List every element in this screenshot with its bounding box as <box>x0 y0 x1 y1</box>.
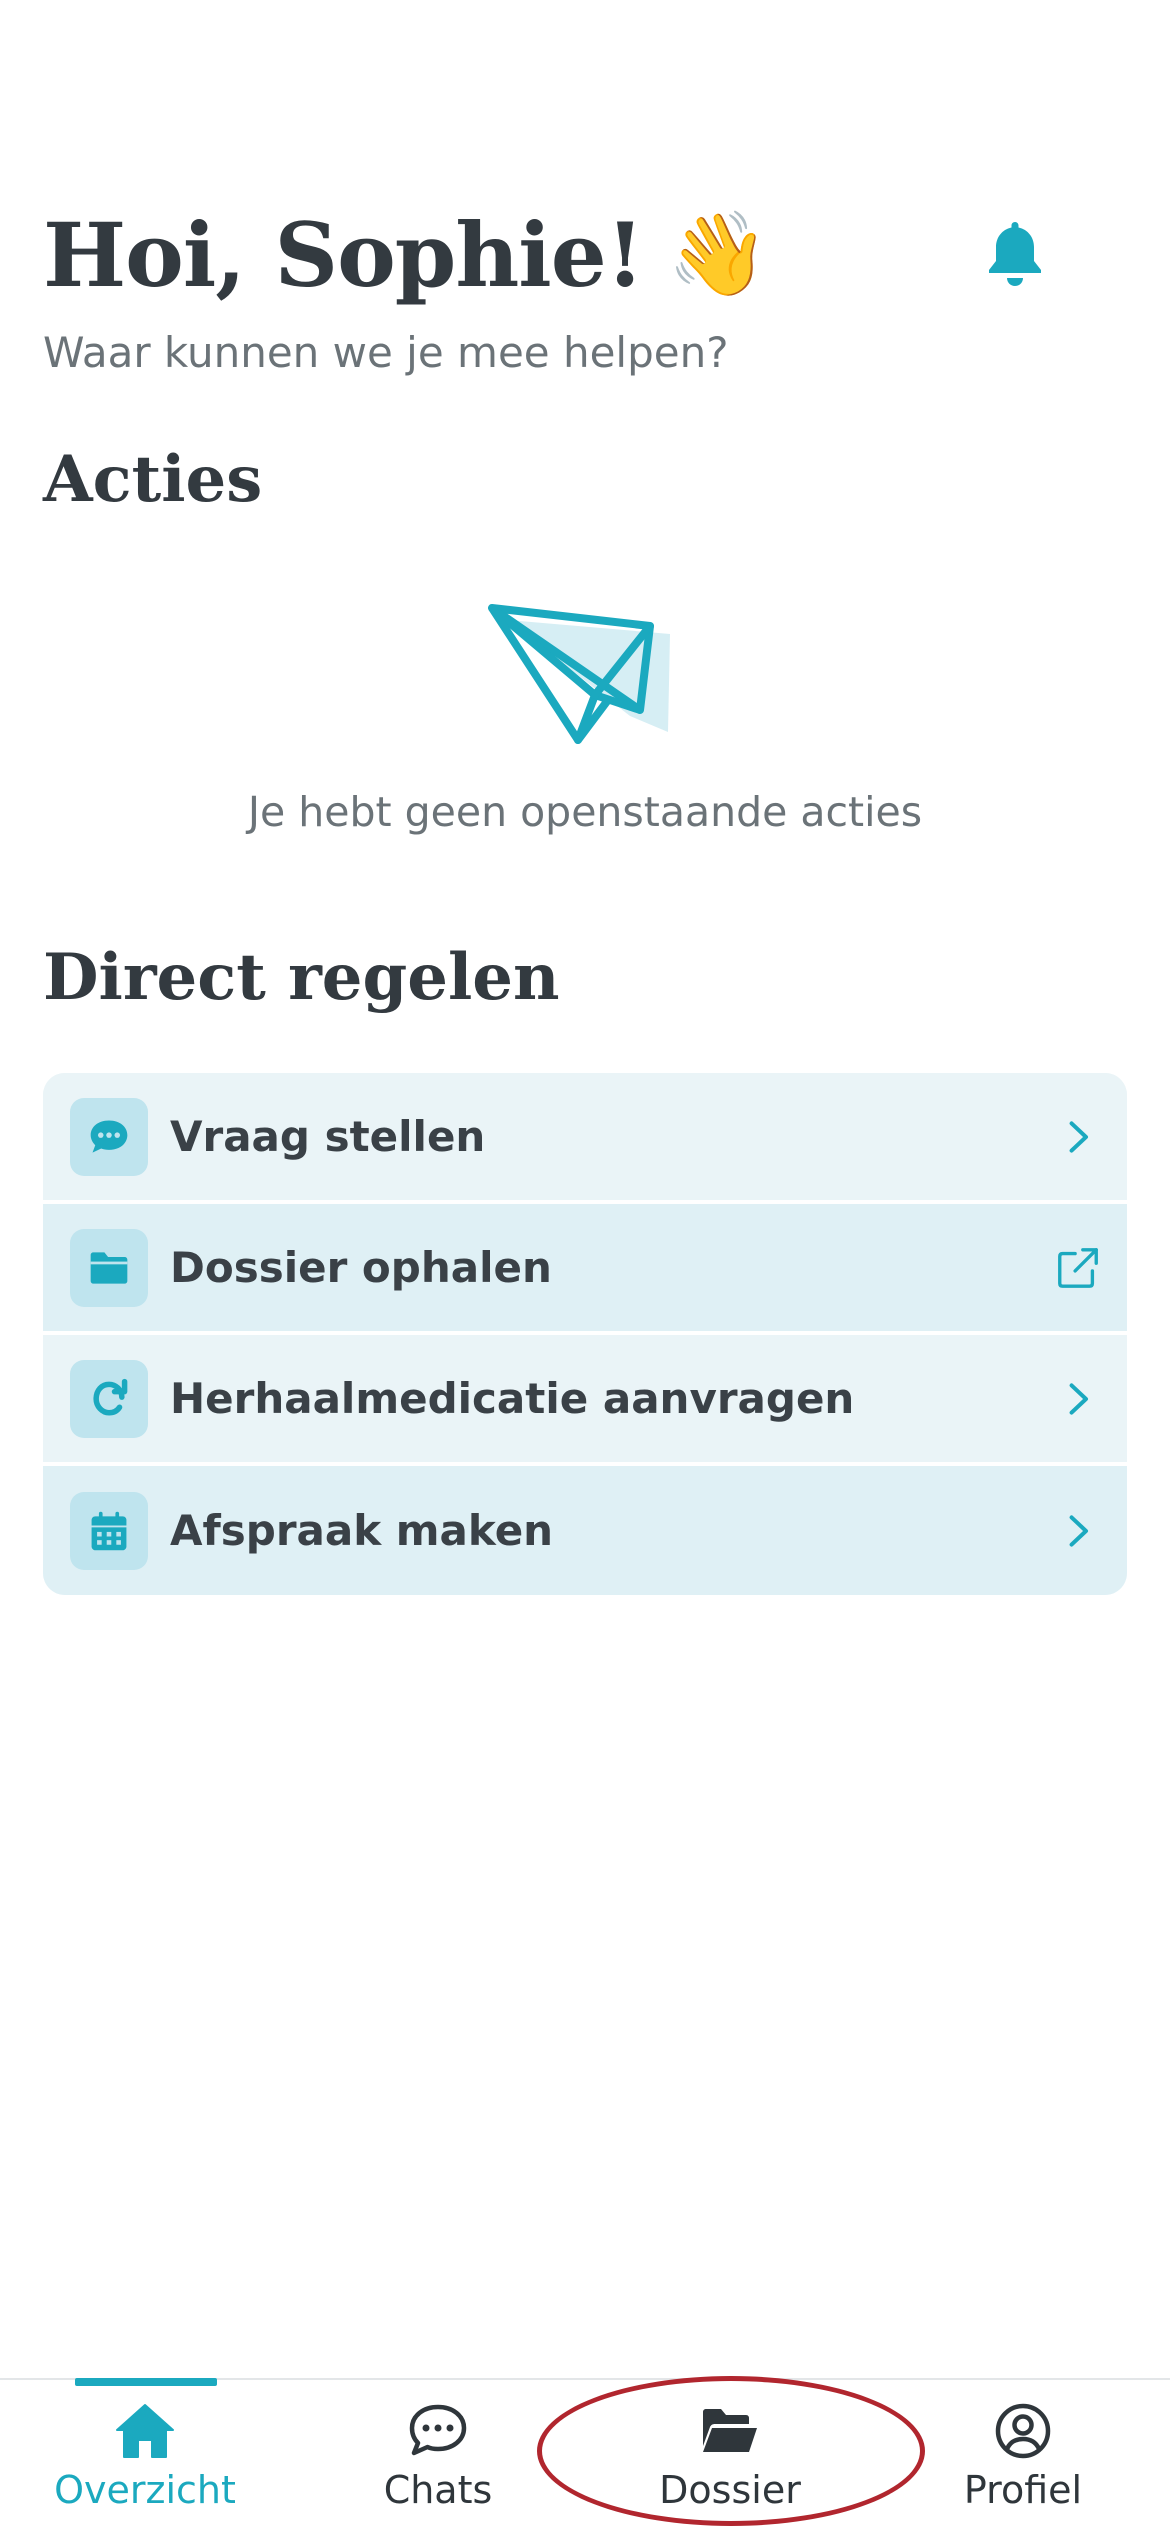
empty-actions-text: Je hebt geen openstaande acties <box>247 788 923 836</box>
nav-label: Chats <box>383 2468 493 2512</box>
chevron-right-icon <box>1053 1374 1103 1424</box>
action-label: Vraag stellen <box>170 1112 486 1161</box>
nav-chats[interactable]: Chats <box>293 2402 583 2522</box>
chat-icon <box>409 2404 467 2456</box>
action-label: Afspraak maken <box>170 1506 554 1555</box>
bottom-nav: Overzicht Chats Dossier Profiel <box>0 2378 1170 2532</box>
bell-icon[interactable] <box>983 218 1047 290</box>
refresh-icon <box>70 1359 148 1438</box>
folder-open-icon <box>703 2409 757 2452</box>
folder-icon <box>70 1228 148 1307</box>
quick-actions-list: Vraag stellen Dossier ophalen Herhaalmed… <box>43 1073 1127 1595</box>
home-icon <box>116 2404 174 2458</box>
action-label: Herhaalmedicatie aanvragen <box>170 1374 855 1423</box>
header: Hoi, Sophie! 👋 Waar kunnen we je mee hel… <box>43 200 1127 400</box>
chevron-right-icon <box>1053 1112 1103 1162</box>
action-label: Dossier ophalen <box>170 1243 552 1292</box>
action-afspraak-maken[interactable]: Afspraak maken <box>43 1466 1127 1595</box>
action-vraag-stellen[interactable]: Vraag stellen <box>43 1073 1127 1204</box>
nav-profiel[interactable]: Profiel <box>878 2402 1168 2522</box>
nav-label: Profiel <box>963 2468 1083 2512</box>
acties-section-title: Acties <box>43 442 263 517</box>
nav-dossier[interactable]: Dossier <box>585 2402 875 2522</box>
active-tab-indicator <box>75 2378 217 2386</box>
calendar-icon <box>70 1491 148 1570</box>
action-dossier-ophalen[interactable]: Dossier ophalen <box>43 1204 1127 1335</box>
chevron-right-icon <box>1053 1506 1103 1556</box>
chat-bubble-icon <box>70 1097 148 1176</box>
paper-plane-icon <box>480 600 690 760</box>
subtitle: Waar kunnen we je mee helpen? <box>43 328 729 377</box>
nav-label: Dossier <box>659 2468 801 2512</box>
nav-label: Overzicht <box>54 2468 236 2512</box>
user-circle-icon <box>995 2403 1051 2459</box>
waving-hand-icon: 👋 <box>667 207 769 302</box>
greeting: Hoi, Sophie! 👋 <box>43 200 769 310</box>
nav-overzicht[interactable]: Overzicht <box>0 2402 290 2522</box>
direct-regelen-title: Direct regelen <box>43 940 560 1015</box>
action-herhaalmedicatie[interactable]: Herhaalmedicatie aanvragen <box>43 1335 1127 1466</box>
greeting-text: Hoi, Sophie! <box>43 203 644 307</box>
external-link-icon <box>1053 1243 1103 1293</box>
